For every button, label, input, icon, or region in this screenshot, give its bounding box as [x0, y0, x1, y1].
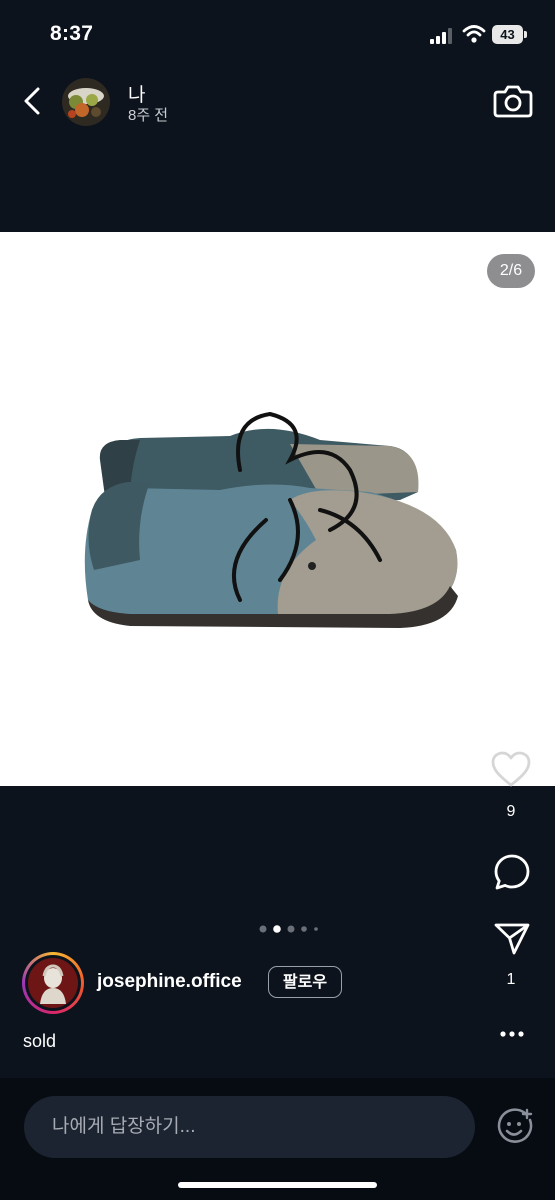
carousel-dot-active — [273, 925, 281, 933]
carousel-dot — [301, 926, 307, 932]
home-indicator — [178, 1182, 377, 1188]
wifi-icon — [462, 25, 486, 43]
send-icon[interactable] — [493, 920, 531, 956]
image-page-counter: 2/6 — [487, 254, 535, 288]
carousel-dot — [287, 925, 295, 933]
share-count: 1 — [506, 971, 516, 988]
camera-icon[interactable] — [492, 82, 534, 120]
like-count: 9 — [506, 803, 516, 820]
story-username[interactable]: 나 — [128, 80, 145, 107]
battery-indicator: 43 — [492, 25, 528, 44]
carousel-dot — [314, 927, 318, 931]
shoe-photo — [84, 411, 458, 628]
emoji-icon[interactable] — [496, 1108, 534, 1146]
heart-icon[interactable] — [490, 750, 532, 788]
status-time: 8:37 — [50, 22, 94, 45]
author-avatar[interactable] — [22, 952, 84, 1014]
carousel-dots — [259, 925, 318, 933]
story-avatar[interactable] — [62, 78, 110, 126]
story-timestamp: 8주 전 — [128, 107, 169, 124]
more-icon[interactable] — [494, 1020, 530, 1048]
back-icon[interactable] — [18, 84, 48, 118]
carousel-dot — [259, 925, 267, 933]
reply-input[interactable]: 나에게 답장하기... — [24, 1096, 475, 1158]
author-username[interactable]: josephine.office — [97, 971, 242, 993]
battery-level: 43 — [492, 25, 523, 44]
follow-button[interactable]: 팔로우 — [268, 966, 342, 998]
comment-icon[interactable] — [493, 853, 531, 891]
post-caption: sold — [23, 1031, 57, 1051]
signal-icon — [430, 28, 452, 44]
